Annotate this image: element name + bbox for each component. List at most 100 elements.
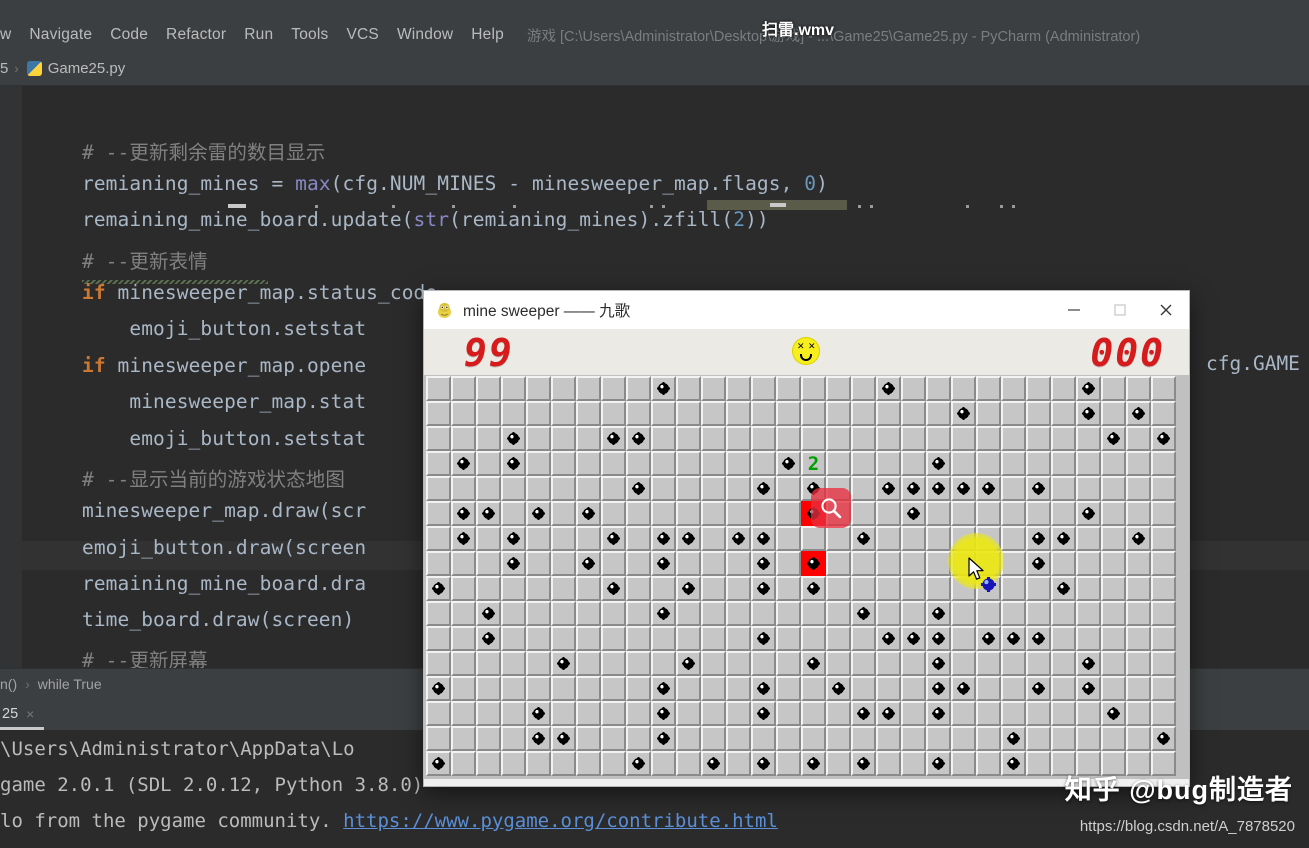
board-covered-cell[interactable] <box>426 526 451 551</box>
board-mine-cell[interactable] <box>626 751 651 776</box>
board-covered-cell[interactable] <box>1126 701 1151 726</box>
board-covered-cell[interactable] <box>1001 551 1026 576</box>
board-covered-cell[interactable] <box>501 601 526 626</box>
board-covered-cell[interactable] <box>426 651 451 676</box>
board-covered-cell[interactable] <box>626 551 651 576</box>
board-covered-cell[interactable] <box>1101 476 1126 501</box>
board-covered-cell[interactable] <box>476 701 501 726</box>
board-covered-cell[interactable] <box>451 551 476 576</box>
board-covered-cell[interactable] <box>776 376 801 401</box>
board-covered-cell[interactable] <box>601 476 626 501</box>
board-covered-cell[interactable] <box>826 451 851 476</box>
board-covered-cell[interactable] <box>601 651 626 676</box>
board-covered-cell[interactable] <box>851 451 876 476</box>
board-covered-cell[interactable] <box>1126 626 1151 651</box>
board-covered-cell[interactable] <box>1151 401 1176 426</box>
run-tab-close-icon[interactable]: × <box>26 706 34 722</box>
board-covered-cell[interactable] <box>776 726 801 751</box>
board-covered-cell[interactable] <box>876 426 901 451</box>
board-covered-cell[interactable] <box>501 376 526 401</box>
board-covered-cell[interactable] <box>626 401 651 426</box>
board-covered-cell[interactable] <box>1001 601 1026 626</box>
breadcrumb-project[interactable]: 5 <box>0 60 8 77</box>
search-magnifier-icon[interactable] <box>811 488 851 528</box>
board-covered-cell[interactable] <box>551 626 576 651</box>
board-covered-cell[interactable] <box>726 676 751 701</box>
board-covered-cell[interactable] <box>1101 376 1126 401</box>
board-mine-cell[interactable] <box>751 551 776 576</box>
board-covered-cell[interactable] <box>1001 526 1026 551</box>
board-covered-cell[interactable] <box>651 651 676 676</box>
board-mine-cell[interactable] <box>701 751 726 776</box>
board-covered-cell[interactable] <box>576 401 601 426</box>
board-mine-cell[interactable] <box>551 651 576 676</box>
board-covered-cell[interactable] <box>976 376 1001 401</box>
board-covered-cell[interactable] <box>776 651 801 676</box>
run-tab-active[interactable]: 25 × <box>0 706 45 730</box>
board-covered-cell[interactable] <box>951 451 976 476</box>
board-covered-cell[interactable] <box>801 726 826 751</box>
board-covered-cell[interactable] <box>1076 726 1101 751</box>
board-covered-cell[interactable] <box>951 751 976 776</box>
board-covered-cell[interactable] <box>776 751 801 776</box>
board-covered-cell[interactable] <box>426 551 451 576</box>
board-covered-cell[interactable] <box>1151 501 1176 526</box>
board-covered-cell[interactable] <box>426 401 451 426</box>
board-covered-cell[interactable] <box>1001 426 1026 451</box>
board-covered-cell[interactable] <box>476 726 501 751</box>
board-covered-cell[interactable] <box>851 576 876 601</box>
board-mine-cell[interactable] <box>876 376 901 401</box>
board-covered-cell[interactable] <box>576 576 601 601</box>
menu-item-refactor[interactable]: Refactor <box>157 26 235 44</box>
board-covered-cell[interactable] <box>451 476 476 501</box>
board-mine-cell[interactable] <box>851 601 876 626</box>
board-covered-cell[interactable] <box>576 676 601 701</box>
board-covered-cell[interactable] <box>651 476 676 501</box>
board-mine-cell[interactable] <box>476 626 501 651</box>
board-mine-cell[interactable] <box>1001 726 1026 751</box>
board-covered-cell[interactable] <box>1001 451 1026 476</box>
board-covered-cell[interactable] <box>1151 626 1176 651</box>
board-covered-cell[interactable] <box>976 426 1001 451</box>
board-covered-cell[interactable] <box>701 576 726 601</box>
board-covered-cell[interactable] <box>1051 401 1076 426</box>
board-mine-cell[interactable] <box>1026 676 1051 701</box>
pygame-contribute-link[interactable]: https://www.pygame.org/contribute.html <box>343 810 778 832</box>
board-covered-cell[interactable] <box>901 726 926 751</box>
board-covered-cell[interactable] <box>651 401 676 426</box>
board-covered-cell[interactable] <box>676 401 701 426</box>
board-covered-cell[interactable] <box>826 651 851 676</box>
board-covered-cell[interactable] <box>901 576 926 601</box>
board-mine-cell[interactable] <box>1126 401 1151 426</box>
board-mine-cell[interactable] <box>501 451 526 476</box>
board-covered-cell[interactable] <box>726 701 751 726</box>
board-covered-cell[interactable] <box>1101 451 1126 476</box>
board-covered-cell[interactable] <box>801 601 826 626</box>
board-covered-cell[interactable] <box>526 551 551 576</box>
board-mine-cell[interactable] <box>651 726 676 751</box>
board-covered-cell[interactable] <box>1001 401 1026 426</box>
board-covered-cell[interactable] <box>1026 451 1051 476</box>
board-covered-cell[interactable] <box>476 401 501 426</box>
board-covered-cell[interactable] <box>651 451 676 476</box>
minesweeper-title-bar[interactable]: mine sweeper —— 九歌 <box>424 291 1189 329</box>
board-covered-cell[interactable] <box>501 751 526 776</box>
board-mine-cell[interactable] <box>851 701 876 726</box>
board-mine-cell[interactable] <box>926 751 951 776</box>
board-mine-cell[interactable] <box>951 476 976 501</box>
board-covered-cell[interactable] <box>701 726 726 751</box>
board-covered-cell[interactable] <box>926 501 951 526</box>
board-covered-cell[interactable] <box>1001 576 1026 601</box>
board-covered-cell[interactable] <box>551 676 576 701</box>
board-covered-cell[interactable] <box>1001 651 1026 676</box>
board-mine-cell[interactable] <box>976 476 1001 501</box>
board-mine-cell[interactable] <box>526 701 551 726</box>
board-covered-cell[interactable] <box>576 626 601 651</box>
board-covered-cell[interactable] <box>1101 601 1126 626</box>
board-covered-cell[interactable] <box>801 426 826 451</box>
board-mine-cell[interactable] <box>1076 501 1101 526</box>
board-covered-cell[interactable] <box>951 501 976 526</box>
board-covered-cell[interactable] <box>901 451 926 476</box>
board-covered-cell[interactable] <box>1051 626 1076 651</box>
board-mine-cell[interactable] <box>426 751 451 776</box>
